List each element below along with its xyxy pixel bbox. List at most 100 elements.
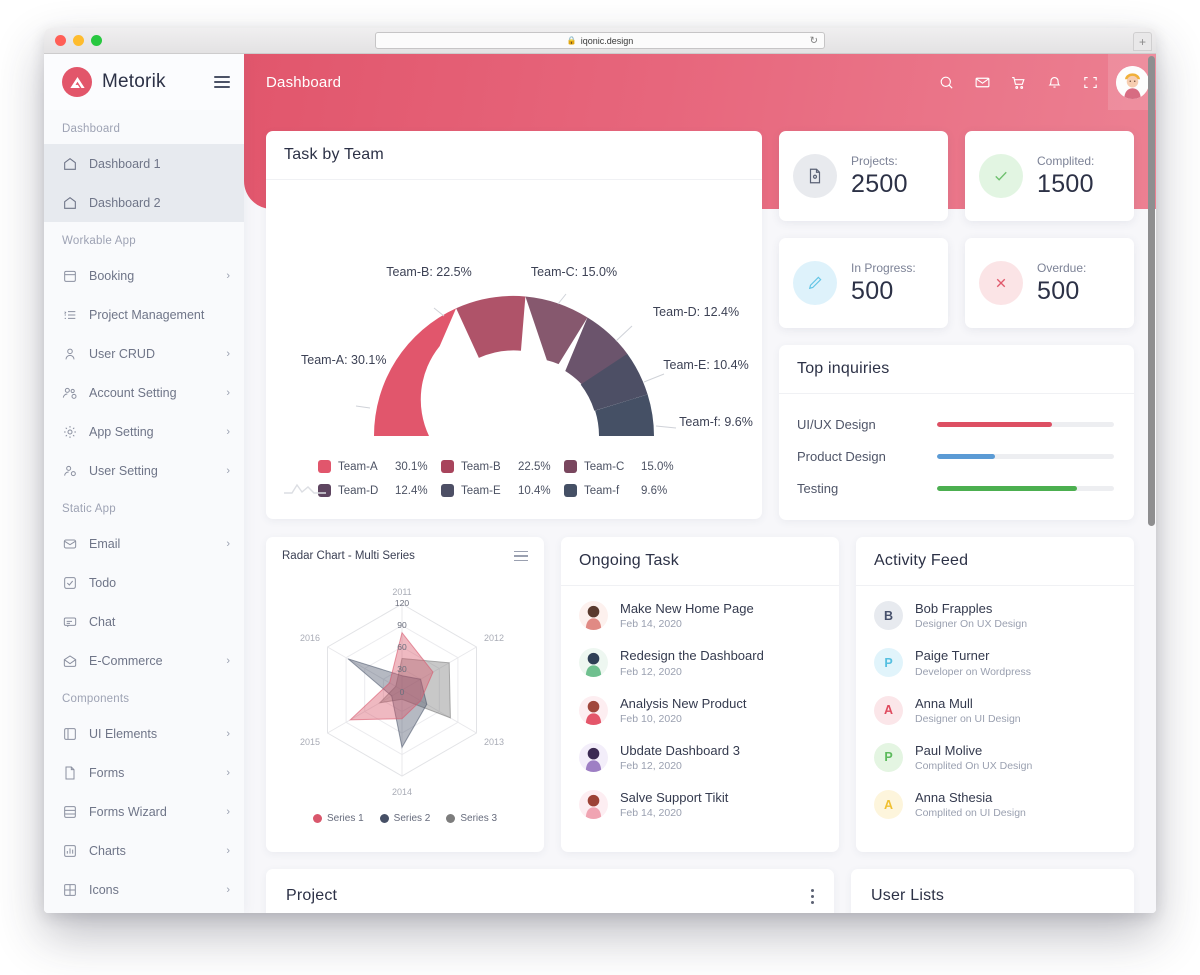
stat-value: 2500 (851, 169, 908, 198)
task-date: Feb 14, 2020 (620, 618, 682, 631)
sidebar-item-label: Todo (89, 575, 117, 590)
list-item[interactable]: B Bob Frapples Designer On UX Design (856, 592, 1134, 639)
stat-card-complited[interactable]: Complited: 1500 (965, 131, 1134, 221)
task-title: Make New Home Page (620, 601, 754, 616)
sidebar-item-forms[interactable]: Forms › (44, 753, 244, 792)
list-item[interactable]: A Anna Sthesia Complited on UI Design (856, 781, 1134, 828)
sidebar-item-chat[interactable]: Chat (44, 602, 244, 641)
sidebar-item-label: App Setting (89, 424, 154, 439)
hamburger-icon[interactable] (214, 76, 230, 88)
task-by-team-chart: Team-B: 22.5% Team-C: 15.0% Team-D: 12.4… (266, 180, 762, 519)
svg-text:2012: 2012 (484, 633, 504, 643)
gauge-label-team-e: Team-E: 10.4% (663, 358, 748, 372)
sidebar-item-charts[interactable]: Charts › (44, 831, 244, 870)
sidebar-item-e-commerce[interactable]: E-Commerce › (44, 641, 244, 680)
legend-item[interactable]: Team-E 10.4% (441, 484, 564, 497)
list-item[interactable]: Ubdate Dashboard 3 Feb 12, 2020 (561, 734, 839, 781)
cart-icon[interactable] (1000, 54, 1036, 110)
sidebar-item-dashboard-2[interactable]: Dashboard 2 (44, 183, 244, 222)
fullscreen-icon[interactable] (1072, 54, 1108, 110)
scrollbar-thumb[interactable] (1148, 56, 1155, 526)
list-item[interactable]: A Anna Mull Designer on UI Design (856, 687, 1134, 734)
mail-icon[interactable] (964, 54, 1000, 110)
radar-legend-item[interactable]: Series 1 (312, 813, 364, 824)
legend-dot (312, 814, 322, 823)
chevron-right-icon: › (226, 347, 230, 360)
legend-swatch (441, 484, 454, 497)
chevron-right-icon: › (226, 269, 230, 282)
inquiry-progress-fill (937, 453, 996, 459)
user-lists-card: User Lists (851, 869, 1134, 913)
home-icon (62, 195, 78, 211)
list-item[interactable]: P Paul Molive Complited On UX Design (856, 734, 1134, 781)
rows-icon (62, 804, 78, 820)
svg-text:30: 30 (397, 664, 407, 674)
nav-section-dashboard: Dashboard (62, 123, 121, 135)
sidebar-item-email[interactable]: Email › (44, 524, 244, 563)
legend-item[interactable]: Team-C 15.0% (564, 460, 687, 473)
sidebar-item-icons[interactable]: Icons › (44, 870, 244, 909)
sidebar-brand[interactable]: Metorik (44, 54, 244, 110)
checkbox-icon (62, 575, 78, 591)
list-item[interactable]: Analysis New Product Feb 10, 2020 (561, 687, 839, 734)
stat-card-in-progress[interactable]: In Progress: 500 (779, 238, 948, 328)
card-title: Project (286, 887, 338, 904)
list-item[interactable]: Salve Support Tikit Feb 14, 2020 (561, 781, 839, 828)
more-options-icon[interactable] (811, 888, 814, 904)
activity-feed-card: Activity Feed B Bob Frapples Designer On… (856, 537, 1134, 852)
sidebar-item-account-setting[interactable]: Account Setting › (44, 373, 244, 412)
sidebar-item-label: Email (89, 536, 121, 551)
project-header: Project (266, 869, 834, 913)
top-grid: Task by Team Team-B: 22.5% Team-C: 15.0%… (266, 131, 1134, 520)
reload-icon[interactable]: ↻ (810, 35, 818, 46)
radar-legend-item[interactable]: Series 3 (446, 813, 497, 824)
list-item[interactable]: P Paige Turner Developer on Wordpress (856, 639, 1134, 686)
sidebar-item-user-crud[interactable]: User CRUD › (44, 334, 244, 373)
new-tab-button[interactable]: + (1133, 32, 1152, 51)
legend-item[interactable]: Team-f 9.6% (564, 484, 687, 497)
inquiry-label: Product Design (797, 448, 886, 464)
sidebar-item-booking[interactable]: Booking › (44, 256, 244, 295)
legend-item[interactable]: Team-B 22.5% (441, 460, 564, 473)
radar-legend-item[interactable]: Series 2 (379, 813, 430, 824)
sidebar-item-ui-elements[interactable]: UI Elements › (44, 714, 244, 753)
sidebar-item-todo[interactable]: Todo (44, 563, 244, 602)
task-avatar (579, 790, 608, 820)
list-item[interactable]: Redesign the Dashboard Feb 12, 2020 (561, 639, 839, 686)
sidebar-item-forms-wizard[interactable]: Forms Wizard › (44, 792, 244, 831)
radar-chart: 120 90 60 30 0 2011 2012 2013 2014 2015 … (300, 587, 504, 797)
sidebar-item-project-management[interactable]: Project Management (44, 295, 244, 334)
address-bar[interactable]: 🔒 iqonic.design ↻ (375, 32, 825, 49)
feed-subtitle: Complited On UX Design (915, 760, 1033, 772)
list-item[interactable]: Make New Home Page Feb 14, 2020 (561, 592, 839, 639)
chevron-right-icon: › (226, 727, 230, 740)
inquiry-label: UI/UX Design (797, 416, 876, 432)
close-icon (979, 261, 1023, 305)
search-icon[interactable] (928, 54, 964, 110)
lock-icon: 🔒 (566, 36, 577, 45)
inquiry-row: UI/UX Design (797, 408, 1116, 440)
page-scrollbar[interactable] (1148, 56, 1155, 909)
sidebar-item-user-setting[interactable]: User Setting › (44, 451, 244, 490)
legend-item[interactable]: Team-D 12.4% (318, 484, 441, 497)
card-title: Top inquiries (797, 360, 890, 377)
gauge-label-team-b: Team-A: 30.1% (301, 353, 386, 367)
sidebar-item-dashboard-1[interactable]: Dashboard 1 (44, 144, 244, 183)
stat-card-projects[interactable]: Projects: 2500 (779, 131, 948, 221)
bell-icon[interactable] (1036, 54, 1072, 110)
chat-icon (62, 614, 78, 630)
window-controls[interactable] (55, 35, 102, 46)
maximize-window-button[interactable] (91, 35, 102, 46)
stat-card-overdue[interactable]: Overdue: 500 (965, 238, 1134, 328)
close-window-button[interactable] (55, 35, 66, 46)
minimize-window-button[interactable] (73, 35, 84, 46)
activity-feed-header: Activity Feed (856, 537, 1134, 586)
legend-item[interactable]: Team-A 30.1% (318, 460, 441, 473)
sidebar-item-app-setting[interactable]: App Setting › (44, 412, 244, 451)
task-by-team-card: Task by Team Team-B: 22.5% Team-C: 15.0%… (266, 131, 762, 519)
inquiry-row: Product Design (797, 440, 1116, 472)
middle-grid: Radar Chart - Multi Series 120 90 60 30 … (266, 537, 1134, 852)
radar-menu-icon[interactable] (514, 550, 528, 562)
mail-open-icon (62, 653, 78, 669)
chevron-right-icon: › (226, 654, 230, 667)
